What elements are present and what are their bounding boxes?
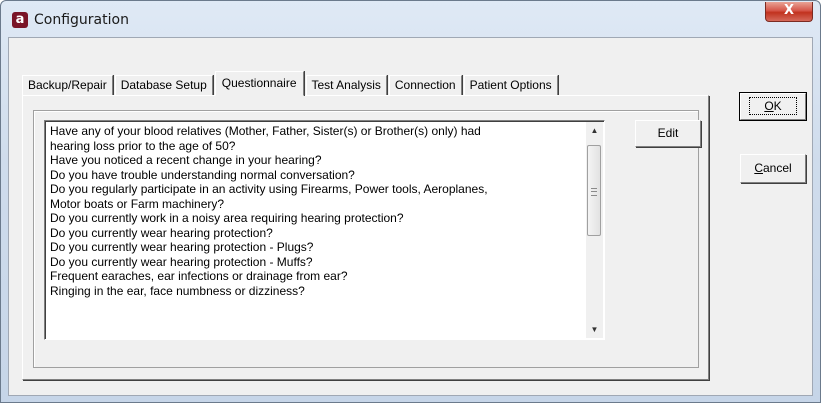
list-item[interactable]: hearing loss prior to the age of 50? [50, 139, 580, 154]
list-item[interactable]: Do you have trouble understanding normal… [50, 168, 580, 183]
cancel-button[interactable]: Cancel [740, 154, 806, 183]
scroll-down-arrow-icon[interactable]: ▼ [586, 321, 603, 338]
questionnaire-listbox[interactable]: Have any of your blood relatives (Mother… [44, 120, 605, 340]
list-item[interactable]: Have you noticed a recent change in your… [50, 153, 580, 168]
title-bar[interactable]: a Configuration X [1, 1, 820, 39]
ok-button[interactable]: OK [739, 92, 807, 121]
list-item[interactable]: Motor boats or Farm machinery? [50, 197, 580, 212]
list-item[interactable]: Do you currently work in a noisy area re… [50, 211, 580, 226]
scrollbar-grip-icon [591, 188, 597, 196]
tab-connection[interactable]: Connection [388, 75, 462, 95]
tab-database-setup[interactable]: Database Setup [114, 75, 213, 95]
list-item[interactable]: Have any of your blood relatives (Mother… [50, 124, 580, 139]
tab-backup-repair[interactable]: Backup/Repair [22, 75, 113, 95]
list-item[interactable]: Ringing in the ear, face numbness or diz… [50, 284, 580, 299]
tab-test-analysis[interactable]: Test Analysis [305, 75, 387, 95]
ok-mnemonic: O [764, 99, 774, 113]
list-item[interactable]: Do you currently wear hearing protection… [50, 240, 580, 255]
cancel-mnemonic: C [754, 161, 763, 175]
ok-button-label: OK [749, 97, 797, 115]
tab-questionnaire[interactable]: Questionnaire [214, 71, 304, 96]
list-item[interactable]: Frequent earaches, ear infections or dra… [50, 269, 580, 284]
tab-strip: Backup/Repair Database Setup Questionnai… [22, 71, 560, 96]
close-button[interactable]: X [765, 2, 813, 22]
vertical-scrollbar[interactable]: ▲ ▼ [586, 122, 603, 338]
list-item[interactable]: Do you currently wear hearing protection… [50, 226, 580, 241]
app-icon: a [12, 12, 28, 28]
tab-patient-options[interactable]: Patient Options [463, 75, 558, 95]
list-item[interactable]: Do you currently wear hearing protection… [50, 255, 580, 270]
cancel-label-rest: ancel [762, 161, 792, 175]
window-title: Configuration [34, 12, 129, 28]
questionnaire-lines: Have any of your blood relatives (Mother… [50, 124, 580, 298]
edit-button[interactable]: Edit [635, 120, 701, 147]
scrollbar-thumb[interactable] [587, 145, 601, 236]
scroll-up-arrow-icon[interactable]: ▲ [586, 122, 603, 139]
list-item[interactable]: Do you regularly participate in an activ… [50, 182, 580, 197]
ok-label-rest: K [773, 99, 782, 113]
